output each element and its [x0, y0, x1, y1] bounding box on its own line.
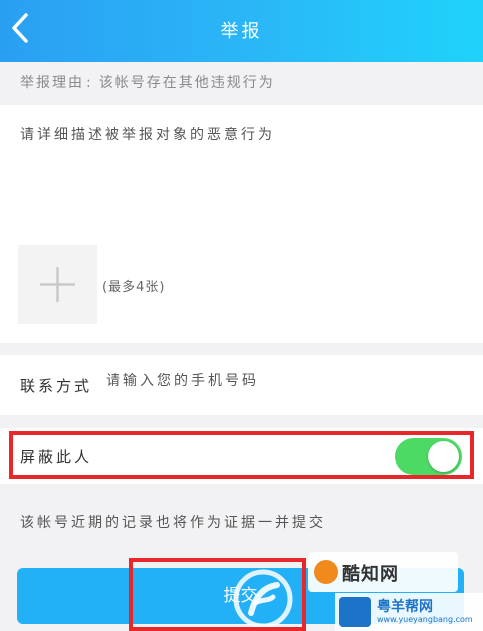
block-user-label: 屏蔽此人 — [20, 448, 93, 466]
contact-label: 联系方式 — [20, 377, 93, 395]
reason-label: 举报理由 — [20, 75, 84, 91]
report-reason-row: 举报理由: 该帐号存在其他违规行为 — [0, 62, 483, 105]
watermark-site-name: 粤羊帮网 — [377, 599, 433, 615]
photo-limit-hint: (最多4张) — [102, 280, 166, 295]
description-card: (最多4张) — [0, 105, 483, 343]
toggle-knob — [428, 441, 459, 472]
description-input[interactable] — [20, 127, 460, 143]
page-title: 举报 — [220, 21, 263, 42]
watermark-logo-icon — [233, 569, 293, 629]
phone-number-input[interactable] — [106, 373, 446, 389]
block-user-row: 屏蔽此人 — [0, 428, 483, 484]
watermark-site-url: www.yueyangbang.com — [377, 615, 473, 624]
plus-icon — [40, 267, 75, 302]
contact-row: 联系方式 — [0, 355, 483, 415]
watermark-site: 粤羊帮网 www.yueyangbang.com — [335, 593, 483, 631]
evidence-note: 该帐号近期的记录也将作为证据一并提交 — [20, 515, 326, 531]
block-user-toggle[interactable] — [395, 438, 462, 475]
add-photo-button[interactable] — [18, 245, 97, 324]
reason-value: 该帐号存在其他违规行为 — [98, 75, 275, 91]
reason-separator: : — [86, 75, 93, 91]
watermark-brand: 酷知网 — [308, 552, 458, 592]
site-logo-icon — [339, 597, 371, 627]
brand-logo-icon — [314, 560, 338, 584]
top-nav-bar: 举报 — [0, 0, 483, 62]
watermark-brand-text: 酷知网 — [342, 564, 399, 585]
